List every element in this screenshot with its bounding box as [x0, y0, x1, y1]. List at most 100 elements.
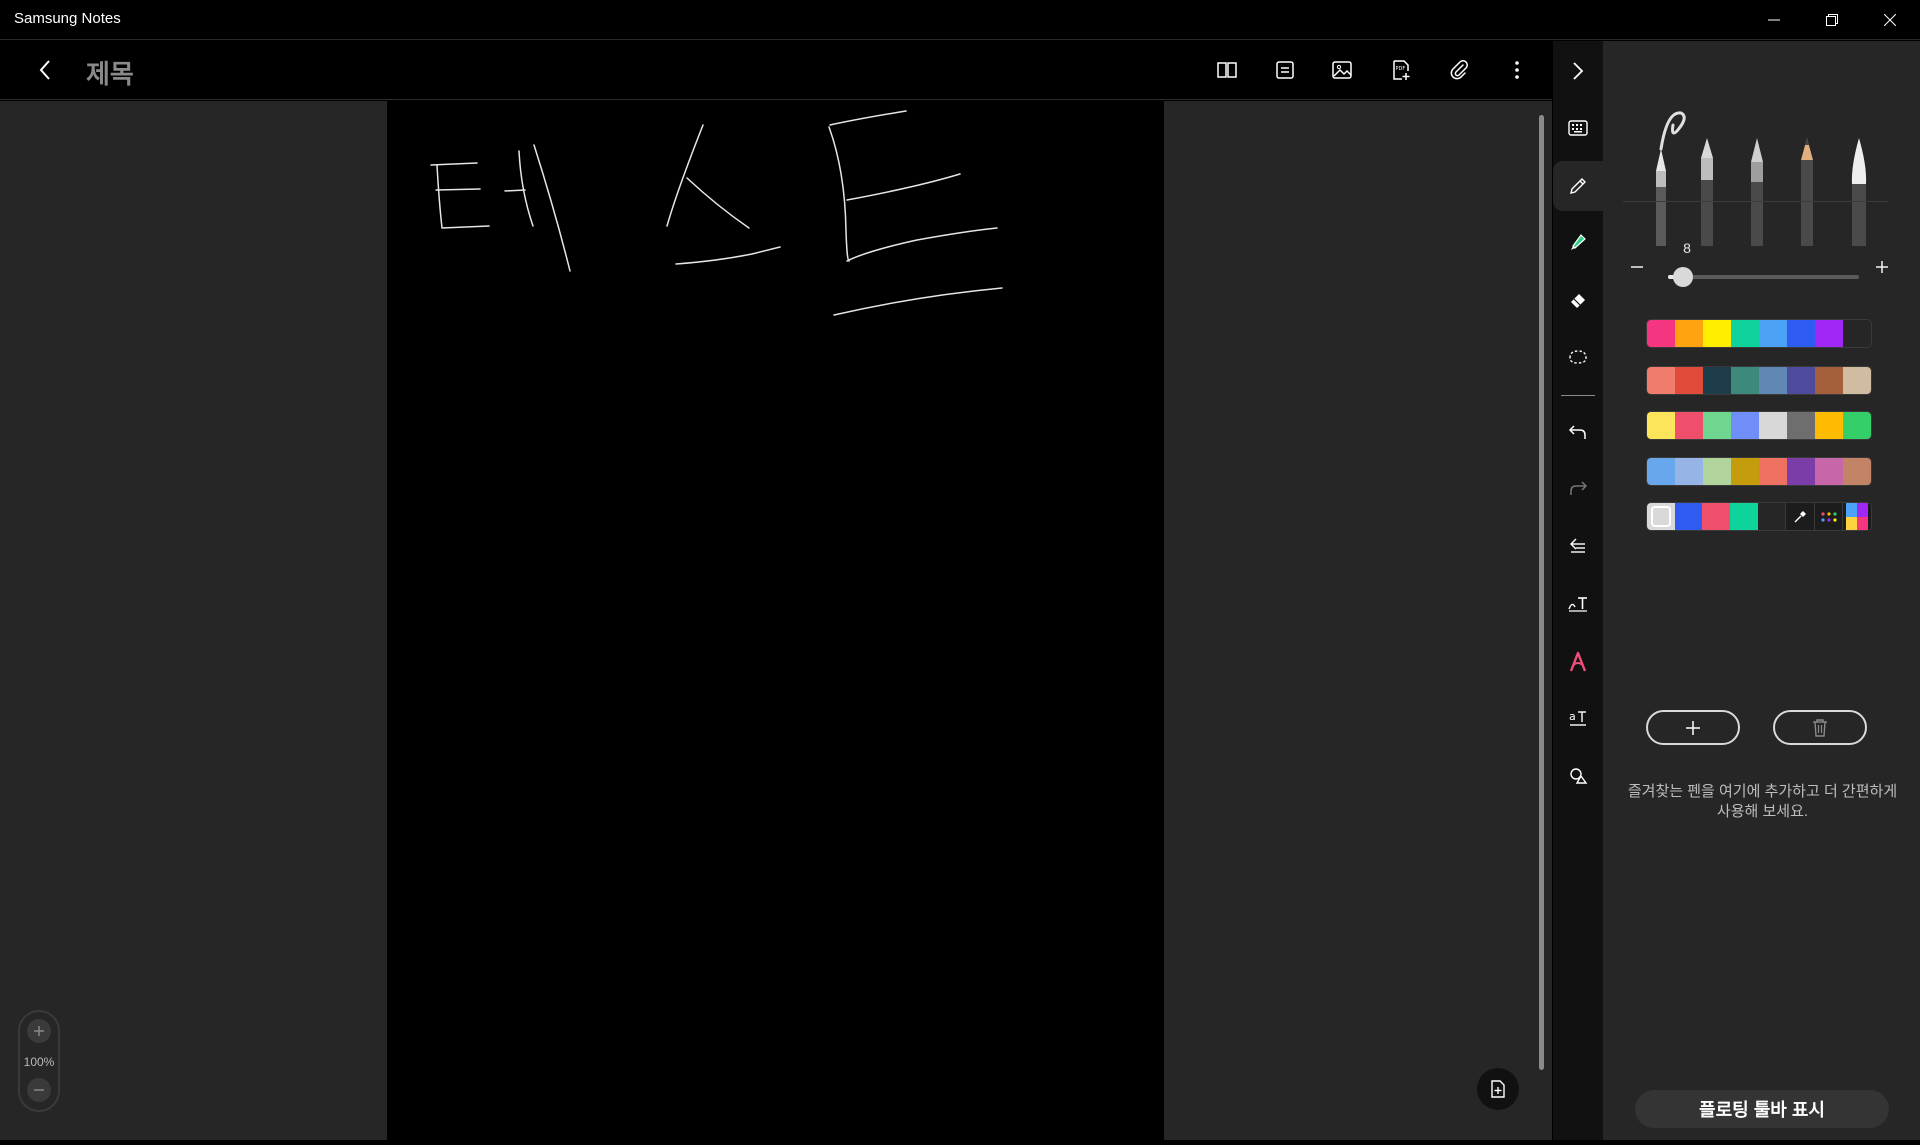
- minus-icon: [1631, 266, 1643, 268]
- color-swatch[interactable]: [1787, 367, 1815, 394]
- restore-button[interactable]: [1803, 0, 1861, 40]
- redo-icon: [1570, 481, 1588, 495]
- color-swatch[interactable]: [1843, 412, 1871, 439]
- text-align-tool[interactable]: [1553, 521, 1603, 571]
- color-swatch[interactable]: [1647, 412, 1675, 439]
- lasso-tool[interactable]: [1553, 332, 1603, 382]
- note-title[interactable]: 제목: [86, 54, 134, 91]
- pen-settings-panel: 8 즐겨찾는 펜을 여기에 추가하고 더 간편하게 사용해 보세요. 플로팅 툴…: [1603, 41, 1920, 1140]
- lasso-icon: [1569, 350, 1587, 364]
- decrease-size-button[interactable]: [1629, 259, 1645, 275]
- color-swatch[interactable]: [1815, 320, 1843, 347]
- handwriting-to-text-tool[interactable]: [1553, 578, 1603, 628]
- color-swatch[interactable]: [1787, 412, 1815, 439]
- zoom-in-button[interactable]: [27, 1019, 51, 1043]
- increase-size-button[interactable]: [1874, 259, 1890, 275]
- image-icon: [1332, 61, 1352, 79]
- color-swatch[interactable]: [1647, 320, 1675, 347]
- pencil-option[interactable]: [1797, 136, 1817, 246]
- color-swatch[interactable]: [1647, 503, 1675, 530]
- zoom-out-button[interactable]: [27, 1078, 51, 1102]
- color-swatch[interactable]: [1703, 412, 1731, 439]
- color-swatch[interactable]: [1787, 320, 1815, 347]
- color-swatch[interactable]: [1843, 458, 1871, 485]
- color-swatch[interactable]: [1675, 458, 1703, 485]
- color-swatch[interactable]: [1731, 412, 1759, 439]
- color-swatch[interactable]: [1815, 367, 1843, 394]
- highlighter-tool[interactable]: [1553, 217, 1603, 267]
- delete-favorite-pen-button[interactable]: [1773, 710, 1867, 745]
- more-options-button[interactable]: [1500, 53, 1534, 87]
- collapse-panel-button[interactable]: [1553, 46, 1603, 96]
- pen-icon: [1570, 178, 1586, 194]
- vertical-scrollbar[interactable]: [1539, 115, 1544, 1070]
- eraser-tool[interactable]: [1553, 275, 1603, 325]
- color-swatch[interactable]: [1843, 320, 1871, 347]
- text-note-button[interactable]: [1268, 53, 1302, 87]
- fountain-pen-option[interactable]: [1647, 101, 1687, 246]
- color-swatch[interactable]: [1729, 503, 1758, 530]
- color-swatch[interactable]: [1731, 320, 1759, 347]
- app-title: Samsung Notes: [14, 10, 121, 27]
- eyedropper-button[interactable]: [1785, 503, 1814, 530]
- close-button[interactable]: [1861, 0, 1919, 40]
- color-swatch[interactable]: [1759, 412, 1787, 439]
- color-dots-button[interactable]: [1813, 503, 1843, 530]
- add-favorite-pen-button[interactable]: [1646, 710, 1740, 745]
- minimize-button[interactable]: [1745, 0, 1803, 40]
- color-swatch[interactable]: [1674, 503, 1703, 530]
- brush-option[interactable]: [1847, 136, 1871, 246]
- text-size-tool[interactable]: a: [1553, 693, 1603, 743]
- ballpoint-pen-option[interactable]: [1747, 136, 1767, 246]
- color-swatch[interactable]: [1787, 458, 1815, 485]
- color-swatch[interactable]: [1702, 503, 1730, 530]
- color-swatch[interactable]: [1843, 367, 1871, 394]
- color-swatch[interactable]: [1647, 458, 1675, 485]
- plus-icon: [1876, 261, 1888, 273]
- color-swatch[interactable]: [1757, 503, 1786, 530]
- color-swatch[interactable]: [1647, 367, 1675, 394]
- color-spectrum-button[interactable]: [1842, 503, 1871, 530]
- undo-icon: [1568, 425, 1586, 439]
- brush-icon: [1851, 138, 1867, 246]
- calligraphy-pen-option[interactable]: [1697, 136, 1717, 246]
- insert-image-button[interactable]: [1325, 53, 1359, 87]
- redo-button[interactable]: [1553, 463, 1603, 513]
- pen-type-selector: [1625, 96, 1895, 246]
- color-swatch[interactable]: [1815, 458, 1843, 485]
- color-swatch[interactable]: [1703, 320, 1731, 347]
- color-swatch[interactable]: [1703, 458, 1731, 485]
- minus-icon: [34, 1089, 44, 1091]
- highlighter-icon: [1571, 234, 1586, 250]
- shape-recognition-tool[interactable]: [1553, 637, 1603, 687]
- color-swatch[interactable]: [1731, 367, 1759, 394]
- shapes-tool[interactable]: [1553, 751, 1603, 801]
- pen-tool[interactable]: [1553, 161, 1603, 211]
- color-swatch[interactable]: [1675, 412, 1703, 439]
- shape-a-icon: [1569, 651, 1587, 672]
- attach-button[interactable]: [1442, 53, 1476, 87]
- pen-size-slider-thumb[interactable]: [1673, 267, 1693, 287]
- add-pdf-button[interactable]: PDF: [1384, 53, 1418, 87]
- show-floating-toolbar-button[interactable]: 플로팅 툴바 표시: [1635, 1090, 1889, 1128]
- color-palette-row: [1646, 411, 1872, 440]
- color-swatch[interactable]: [1703, 367, 1731, 394]
- back-button[interactable]: [28, 53, 62, 87]
- color-swatch[interactable]: [1759, 458, 1787, 485]
- color-swatch[interactable]: [1815, 412, 1843, 439]
- color-swatch[interactable]: [1675, 367, 1703, 394]
- color-swatch[interactable]: [1759, 320, 1787, 347]
- note-page-canvas[interactable]: [387, 101, 1164, 1140]
- add-page-button[interactable]: [1477, 1068, 1519, 1110]
- eyedropper-icon: [1793, 510, 1807, 524]
- restore-icon: [1826, 14, 1838, 26]
- pen-size-slider[interactable]: [1668, 267, 1859, 287]
- color-swatch[interactable]: [1675, 320, 1703, 347]
- book-view-button[interactable]: [1210, 53, 1244, 87]
- color-swatch[interactable]: [1731, 458, 1759, 485]
- undo-button[interactable]: [1553, 407, 1603, 457]
- pen-size-value: 8: [1683, 240, 1691, 256]
- color-swatch[interactable]: [1759, 367, 1787, 394]
- keyboard-tool[interactable]: [1553, 103, 1603, 153]
- attachment-icon: [1450, 60, 1468, 80]
